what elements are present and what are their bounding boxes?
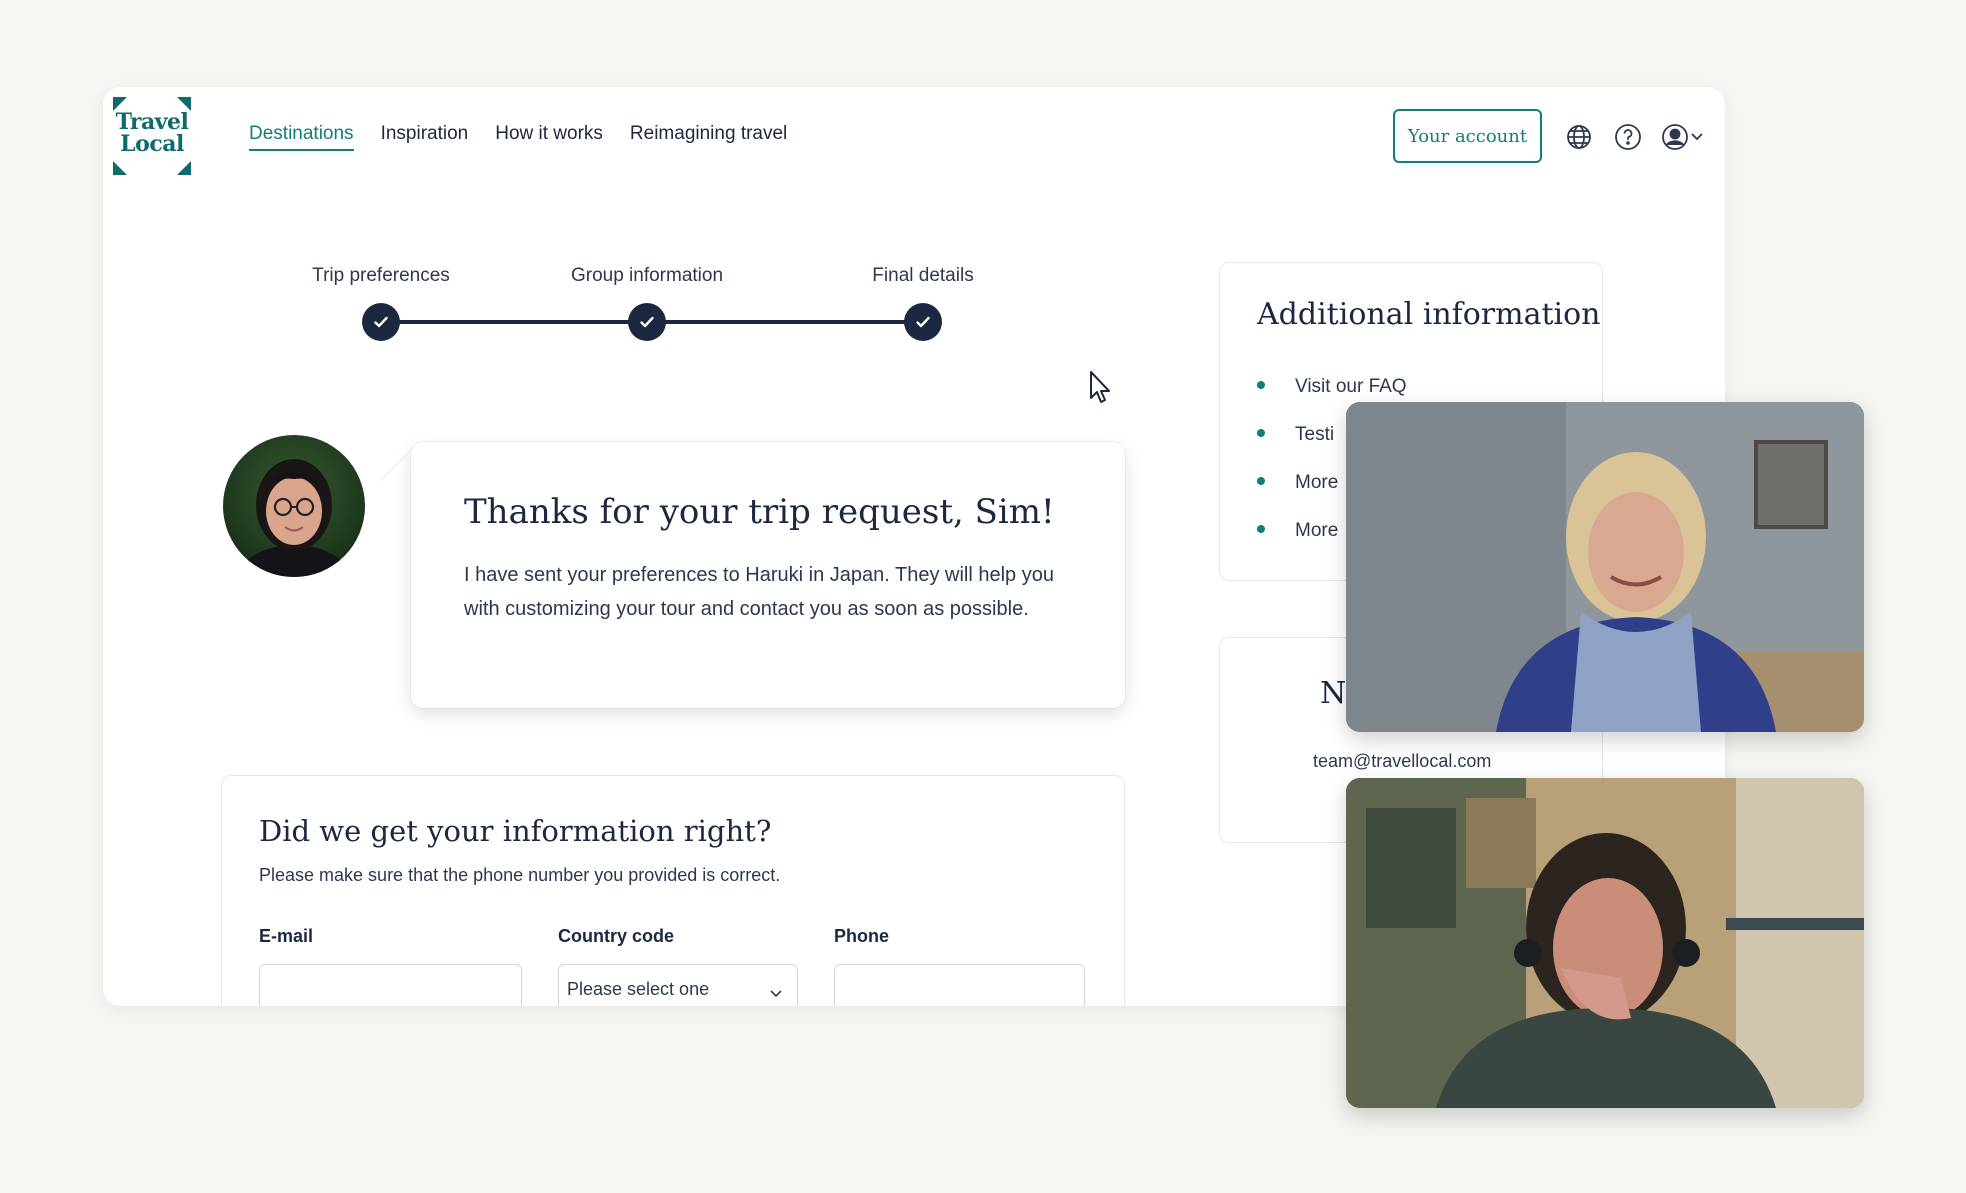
logo-wordmark: Travel Local (113, 111, 191, 155)
link-more-2[interactable]: More (1257, 520, 1338, 542)
globe-icon[interactable] (1565, 123, 1593, 151)
logo-line1: Travel (115, 109, 189, 135)
link-more-1-label: More (1295, 472, 1339, 493)
nav-how-it-works[interactable]: How it works (495, 123, 603, 151)
link-faq[interactable]: Visit our FAQ (1257, 376, 1407, 398)
checkmark-icon (916, 316, 930, 328)
travellocal-logo[interactable]: Travel Local (113, 97, 191, 175)
link-testimonials-label: Testi (1295, 424, 1335, 445)
user-icon (1662, 124, 1703, 150)
bullet-icon (1257, 380, 1265, 389)
email-field[interactable] (259, 964, 522, 1006)
phone-label: Phone (834, 926, 890, 946)
step-check-trip-preferences[interactable] (362, 303, 400, 341)
additional-information-title: Additional information (1257, 297, 1601, 332)
confirmation-title: Thanks for your trip request, Sim! (464, 492, 1055, 532)
bullet-icon (1257, 524, 1265, 533)
chevron-down-icon (1691, 133, 1703, 141)
checkmark-icon (374, 316, 388, 328)
country-code-label: Country code (558, 926, 675, 946)
video-tile-participant-2[interactable] (1346, 778, 1864, 1108)
nav-destinations[interactable]: Destinations (249, 123, 354, 151)
participant-1-video-icon (1346, 402, 1864, 732)
chevron-down-icon (770, 990, 782, 998)
mouse-cursor-icon (1090, 371, 1110, 403)
country-code-select[interactable]: Please select one (558, 964, 798, 1006)
phone-field[interactable] (834, 964, 1085, 1006)
step-label-group-information: Group information (570, 265, 724, 286)
help-icon[interactable] (1614, 123, 1642, 151)
main-nav: Destinations Inspiration How it works Re… (249, 123, 787, 151)
nav-reimagining-travel[interactable]: Reimagining travel (630, 123, 787, 151)
step-label-final-details: Final details (872, 265, 974, 286)
country-code-placeholder: Please select one (567, 979, 710, 999)
step-check-final-details[interactable] (904, 303, 942, 341)
step-label-trip-preferences: Trip preferences (312, 265, 450, 286)
link-faq-label: Visit our FAQ (1295, 376, 1407, 397)
checkmark-icon (640, 316, 654, 328)
video-tile-participant-1[interactable] (1346, 402, 1864, 732)
participant-2-video-icon (1346, 778, 1864, 1108)
form-subtitle: Please make sure that the phone number y… (259, 865, 781, 885)
your-account-button[interactable]: Your account (1393, 109, 1542, 163)
step-check-group-information[interactable] (628, 303, 666, 341)
form-title: Did we get your information right? (259, 814, 772, 848)
email-label: E-mail (259, 926, 314, 946)
contact-email-link[interactable]: team@travellocal.com (1313, 751, 1491, 772)
link-more-2-label: More (1295, 520, 1339, 541)
link-testimonials[interactable]: Testi (1257, 424, 1334, 446)
agent-avatar (223, 435, 365, 577)
info-verification-card: Did we get your information right? Pleas… (221, 775, 1125, 1006)
bullet-icon (1257, 428, 1265, 437)
user-menu[interactable] (1662, 123, 1706, 151)
link-more-1[interactable]: More (1257, 472, 1338, 494)
nav-inspiration[interactable]: Inspiration (381, 123, 469, 151)
bullet-icon (1257, 476, 1265, 485)
confirmation-message-card: Thanks for your trip request, Sim! I hav… (411, 442, 1125, 708)
logo-line2: Local (120, 131, 184, 157)
confirmation-body: I have sent your preferences to Haruki i… (464, 564, 1054, 620)
